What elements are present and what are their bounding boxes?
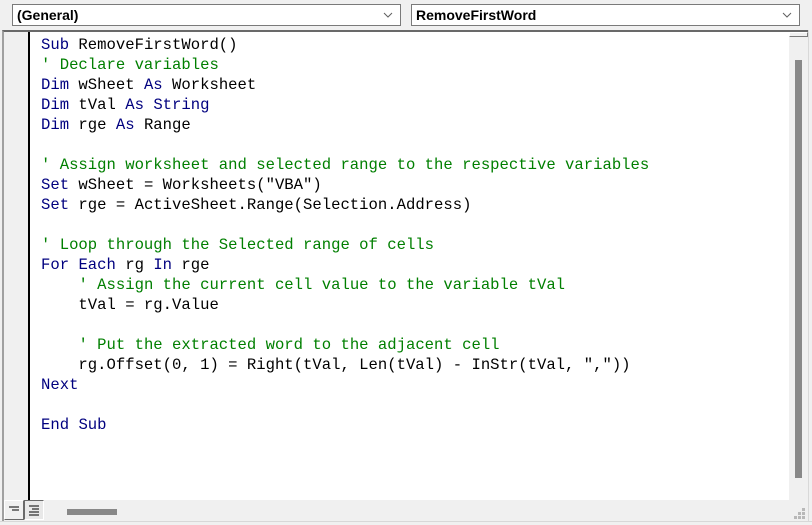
keyword-token: Dim xyxy=(41,96,70,114)
code-window-toolbar: (General) RemoveFirstWord xyxy=(0,0,812,30)
code-line[interactable]: Dim rge As Range xyxy=(41,115,649,135)
code-token: wSheet xyxy=(69,76,144,94)
comment-token: ' Loop through the Selected range of cel… xyxy=(41,236,435,254)
code-line[interactable]: End Sub xyxy=(41,415,649,435)
chevron-down-icon xyxy=(383,12,393,18)
code-token: wSheet = Worksheets("VBA") xyxy=(69,176,322,194)
vertical-scrollbar[interactable] xyxy=(789,32,808,500)
code-line[interactable] xyxy=(41,315,649,335)
code-line[interactable]: Dim tVal As String xyxy=(41,95,649,115)
code-line[interactable]: ' Assign the current cell value to the v… xyxy=(41,275,649,295)
margin-indicator-bar[interactable] xyxy=(4,32,28,500)
keyword-token: String xyxy=(153,96,210,114)
object-dropdown-value: (General) xyxy=(17,7,79,23)
full-module-view-button[interactable] xyxy=(24,500,44,520)
comment-token: ' Assign worksheet and selected range to… xyxy=(41,156,650,174)
keyword-token: Sub xyxy=(41,36,70,54)
code-token: tVal xyxy=(69,96,126,114)
code-editor[interactable]: Sub RemoveFirstWord() ' Declare variables… xyxy=(30,32,789,500)
code-token: Range xyxy=(134,116,191,134)
horizontal-scrollbar[interactable] xyxy=(46,500,789,520)
code-lines: Sub RemoveFirstWord() ' Declare variables… xyxy=(41,35,649,435)
code-token: rg xyxy=(115,256,154,274)
split-bar[interactable] xyxy=(789,32,808,37)
keyword-token: As xyxy=(115,116,135,134)
procedure-dropdown[interactable]: RemoveFirstWord xyxy=(411,4,800,26)
code-token: rge = ActiveSheet.Range(Selection.Addres… xyxy=(69,196,472,214)
object-dropdown[interactable]: (General) xyxy=(12,4,401,26)
procedure-dropdown-value: RemoveFirstWord xyxy=(416,7,537,23)
code-token: Worksheet xyxy=(162,76,257,94)
code-line[interactable]: tVal = rg.Value xyxy=(41,295,649,315)
code-line[interactable]: Sub RemoveFirstWord() xyxy=(41,35,649,55)
comment-token: ' Put the extracted word to the adjacent… xyxy=(78,336,500,354)
vertical-scroll-thumb[interactable] xyxy=(795,60,802,478)
comment-token: ' Declare variables xyxy=(41,56,219,74)
code-line[interactable]: For Each rg In rge xyxy=(41,255,649,275)
keyword-token: Next xyxy=(41,376,79,394)
keyword-token: Dim xyxy=(41,116,70,134)
keyword-token: For xyxy=(41,256,70,274)
code-token: rge xyxy=(69,116,116,134)
window-right-edge xyxy=(808,30,812,525)
code-token: tVal = rg.Value xyxy=(41,296,219,314)
full-module-view-icon xyxy=(29,505,39,516)
code-line[interactable]: ' Loop through the Selected range of cel… xyxy=(41,235,649,255)
chevron-down-icon xyxy=(782,12,792,18)
code-token: rge xyxy=(172,256,210,274)
code-line[interactable]: Next xyxy=(41,375,649,395)
code-line[interactable]: ' Put the extracted word to the adjacent… xyxy=(41,335,649,355)
horizontal-scroll-thumb[interactable] xyxy=(67,509,117,515)
code-token: RemoveFirstWord() xyxy=(69,36,238,54)
keyword-token: Set xyxy=(41,176,70,194)
comment-token: ' Assign the current cell value to the v… xyxy=(78,276,566,294)
code-line[interactable]: Dim wSheet As Worksheet xyxy=(41,75,649,95)
code-line[interactable]: ' Assign worksheet and selected range to… xyxy=(41,155,649,175)
keyword-token: Sub xyxy=(78,416,107,434)
procedure-view-icon xyxy=(9,506,19,511)
keyword-token: As xyxy=(125,96,144,114)
code-token: rg.Offset(0, 1) = Right(tVal, Len(tVal) … xyxy=(41,356,631,374)
code-line[interactable]: rg.Offset(0, 1) = Right(tVal, Len(tVal) … xyxy=(41,355,649,375)
code-line[interactable] xyxy=(41,395,649,415)
keyword-token: End xyxy=(41,416,70,434)
code-line[interactable]: Set rge = ActiveSheet.Range(Selection.Ad… xyxy=(41,195,649,215)
procedure-view-button[interactable] xyxy=(4,500,24,520)
keyword-token: Each xyxy=(78,256,116,274)
keyword-token: As xyxy=(143,76,163,94)
window-bottom-edge xyxy=(0,521,812,525)
keyword-token: In xyxy=(153,256,173,274)
resize-grip-icon[interactable] xyxy=(793,507,807,521)
keyword-token: Dim xyxy=(41,76,70,94)
code-line[interactable] xyxy=(41,135,649,155)
code-line[interactable]: ' Declare variables xyxy=(41,55,649,75)
code-line[interactable]: Set wSheet = Worksheets("VBA") xyxy=(41,175,649,195)
keyword-token: Set xyxy=(41,196,70,214)
code-line[interactable] xyxy=(41,215,649,235)
